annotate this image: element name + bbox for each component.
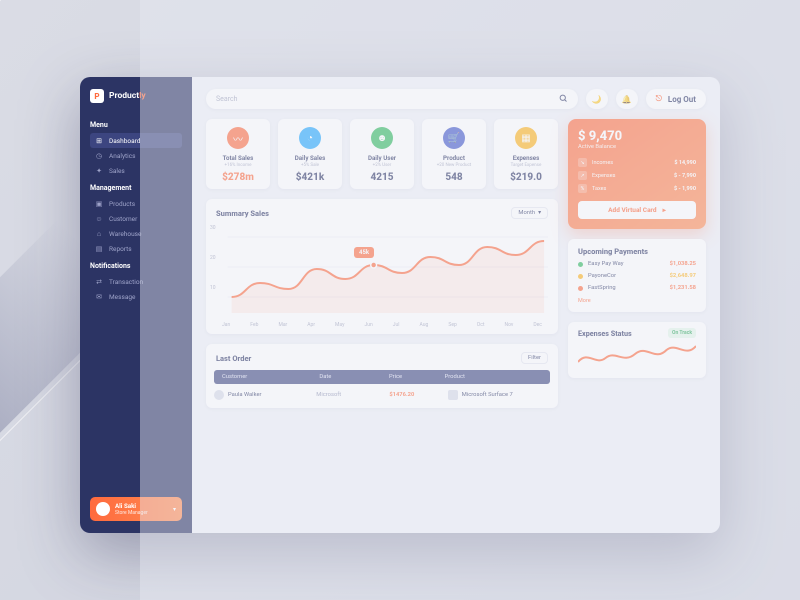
customer-icon: ☺ (95, 215, 103, 223)
user-role: Store Manager (115, 510, 148, 516)
warehouse-icon: ⌂ (95, 230, 103, 238)
sidebar-item-label: Analytics (109, 152, 136, 160)
product-thumb-icon (448, 390, 458, 400)
app-window: P Productly Menu ⊞ Dashboard ◷ Analytics… (80, 77, 720, 533)
sidebar-item-message[interactable]: ✉ Message (90, 289, 182, 304)
clock-icon: ◔ (299, 127, 321, 149)
stat-daily-user[interactable]: ☻ Daily User +2% User 4215 (350, 119, 414, 189)
stat-product[interactable]: 🛒 Product +20 New Product 548 (422, 119, 486, 189)
sidebar-item-label: Message (109, 293, 135, 301)
user-pill[interactable]: Ali Saki Store Manager ▾ (90, 497, 182, 521)
search-icon (559, 94, 568, 105)
status-dot-icon (578, 274, 583, 279)
balance-row-taxes: % Taxes $ - 1,990 (578, 182, 696, 195)
avatar (214, 390, 224, 400)
table-row[interactable]: Paula Walker Microsoft $1476.20 Microsof… (206, 384, 558, 404)
table-header: Customer Date Price Product (214, 370, 550, 384)
main: Search 🌙 🔔 ⎋ Log Out 〰 (192, 77, 720, 533)
sidebar-item-label: Products (109, 200, 135, 208)
range-select[interactable]: Month▾ (511, 207, 548, 219)
bell-icon: 🔔 (622, 95, 632, 104)
chevron-down-icon: ▾ (538, 210, 541, 216)
chart-tooltip: 45k (354, 247, 374, 258)
sidebar-item-dashboard[interactable]: ⊞ Dashboard (90, 133, 182, 148)
trend-icon: 〰 (227, 127, 249, 149)
sidebar-item-transaction[interactable]: ⇄ Transaction (90, 274, 182, 289)
sidebar-section-menu: Menu (90, 121, 182, 129)
users-icon: ☻ (371, 127, 393, 149)
payment-row[interactable]: FastSpring $1,231.58 (568, 282, 706, 294)
expenses-status-panel: Expenses Status On Track (568, 322, 706, 378)
grid-icon: ⊞ (95, 137, 103, 145)
panel-title: Summary Sales (216, 209, 269, 218)
notifications-button[interactable]: 🔔 (616, 89, 638, 109)
brand-name: Productly (109, 91, 146, 101)
status-dot-icon (578, 286, 583, 291)
brand-mark-icon: P (90, 89, 104, 103)
brand-logo[interactable]: P Productly (90, 89, 182, 103)
sidebar-item-products[interactable]: ▣ Products (90, 196, 182, 211)
sparkline (578, 340, 696, 370)
search-placeholder: Search (216, 95, 238, 103)
stat-cards: 〰 Total Sales +16% Income $278m ◔ Daily … (206, 119, 558, 189)
sidebar-item-label: Transaction (109, 278, 143, 286)
receipt-icon: ▦ (515, 127, 537, 149)
cart-icon: 🛒 (443, 127, 465, 149)
sidebar-item-customer[interactable]: ☺ Customer (90, 211, 182, 226)
add-virtual-card-button[interactable]: Add Virtual Card▸ (578, 201, 696, 219)
sidebar-item-label: Customer (109, 215, 137, 223)
topbar: Search 🌙 🔔 ⎋ Log Out (206, 89, 706, 109)
sidebar-item-label: Sales (109, 167, 125, 175)
sidebar-item-sales[interactable]: ✦ Sales (90, 163, 182, 178)
status-badge: On Track (668, 328, 696, 338)
transaction-icon: ⇄ (95, 278, 103, 286)
arrow-right-icon: ▸ (663, 206, 666, 214)
panel-title: Last Order (216, 354, 251, 363)
balance-card: $ 9,470 Active Balance ↘ Incomes $ 14,99… (568, 119, 706, 229)
sidebar-item-label: Warehouse (109, 230, 141, 238)
sidebar-item-reports[interactable]: ▤ Reports (90, 241, 182, 256)
reports-icon: ▤ (95, 245, 103, 253)
balance-row-incomes: ↘ Incomes $ 14,990 (578, 156, 696, 169)
stat-daily-sales[interactable]: ◔ Daily Sales +5% Sale $421k (278, 119, 342, 189)
payment-row[interactable]: Easy Pay Way $1,038.25 (568, 258, 706, 270)
filter-button[interactable]: Filter (521, 352, 548, 364)
sidebar: P Productly Menu ⊞ Dashboard ◷ Analytics… (80, 77, 192, 533)
logout-button[interactable]: ⎋ Log Out (646, 89, 706, 109)
sidebar-item-label: Reports (109, 245, 132, 253)
stat-expenses[interactable]: ▦ Expenses Target Expense $219.0 (494, 119, 558, 189)
status-dot-icon (578, 262, 583, 267)
balance-subtitle: Active Balance (578, 144, 696, 150)
last-order-panel: Last Order Filter Customer Date Price Pr… (206, 344, 558, 408)
stat-total-sales[interactable]: 〰 Total Sales +16% Income $278m (206, 119, 270, 189)
dark-mode-button[interactable]: 🌙 (586, 89, 608, 109)
sidebar-item-label: Dashboard (109, 137, 140, 145)
upcoming-payments-panel: Upcoming Payments Easy Pay Way $1,038.25… (568, 239, 706, 312)
sales-icon: ✦ (95, 167, 103, 175)
chevron-down-icon: ▾ (173, 506, 176, 513)
message-icon: ✉ (95, 293, 103, 301)
sidebar-item-warehouse[interactable]: ⌂ Warehouse (90, 226, 182, 241)
avatar (96, 502, 110, 516)
search-input[interactable]: Search (206, 89, 578, 109)
more-link[interactable]: More (568, 294, 706, 312)
sidebar-item-analytics[interactable]: ◷ Analytics (90, 148, 182, 163)
logout-label: Log Out (668, 95, 696, 104)
sidebar-section-management: Management (90, 184, 182, 192)
summary-sales-panel: Summary Sales Month▾ 30 20 10 (206, 199, 558, 334)
user-name: Ali Saki (115, 502, 148, 510)
balance-amount: $ 9,470 (578, 129, 696, 144)
logout-icon: ⎋ (656, 94, 662, 104)
products-icon: ▣ (95, 200, 103, 208)
analytics-icon: ◷ (95, 152, 103, 160)
moon-icon: 🌙 (592, 95, 602, 104)
balance-row-expenses: ↗ Expenses $ - 7,990 (578, 169, 696, 182)
income-icon: ↘ (578, 158, 587, 167)
summary-chart: 30 20 10 45k JanFebMarAprMayJunJulAu (206, 221, 558, 334)
expense-icon: ↗ (578, 171, 587, 180)
tax-icon: % (578, 184, 587, 193)
payment-row[interactable]: PayoneCor $2,648.97 (568, 270, 706, 282)
sidebar-section-notifications: Notifications (90, 262, 182, 270)
